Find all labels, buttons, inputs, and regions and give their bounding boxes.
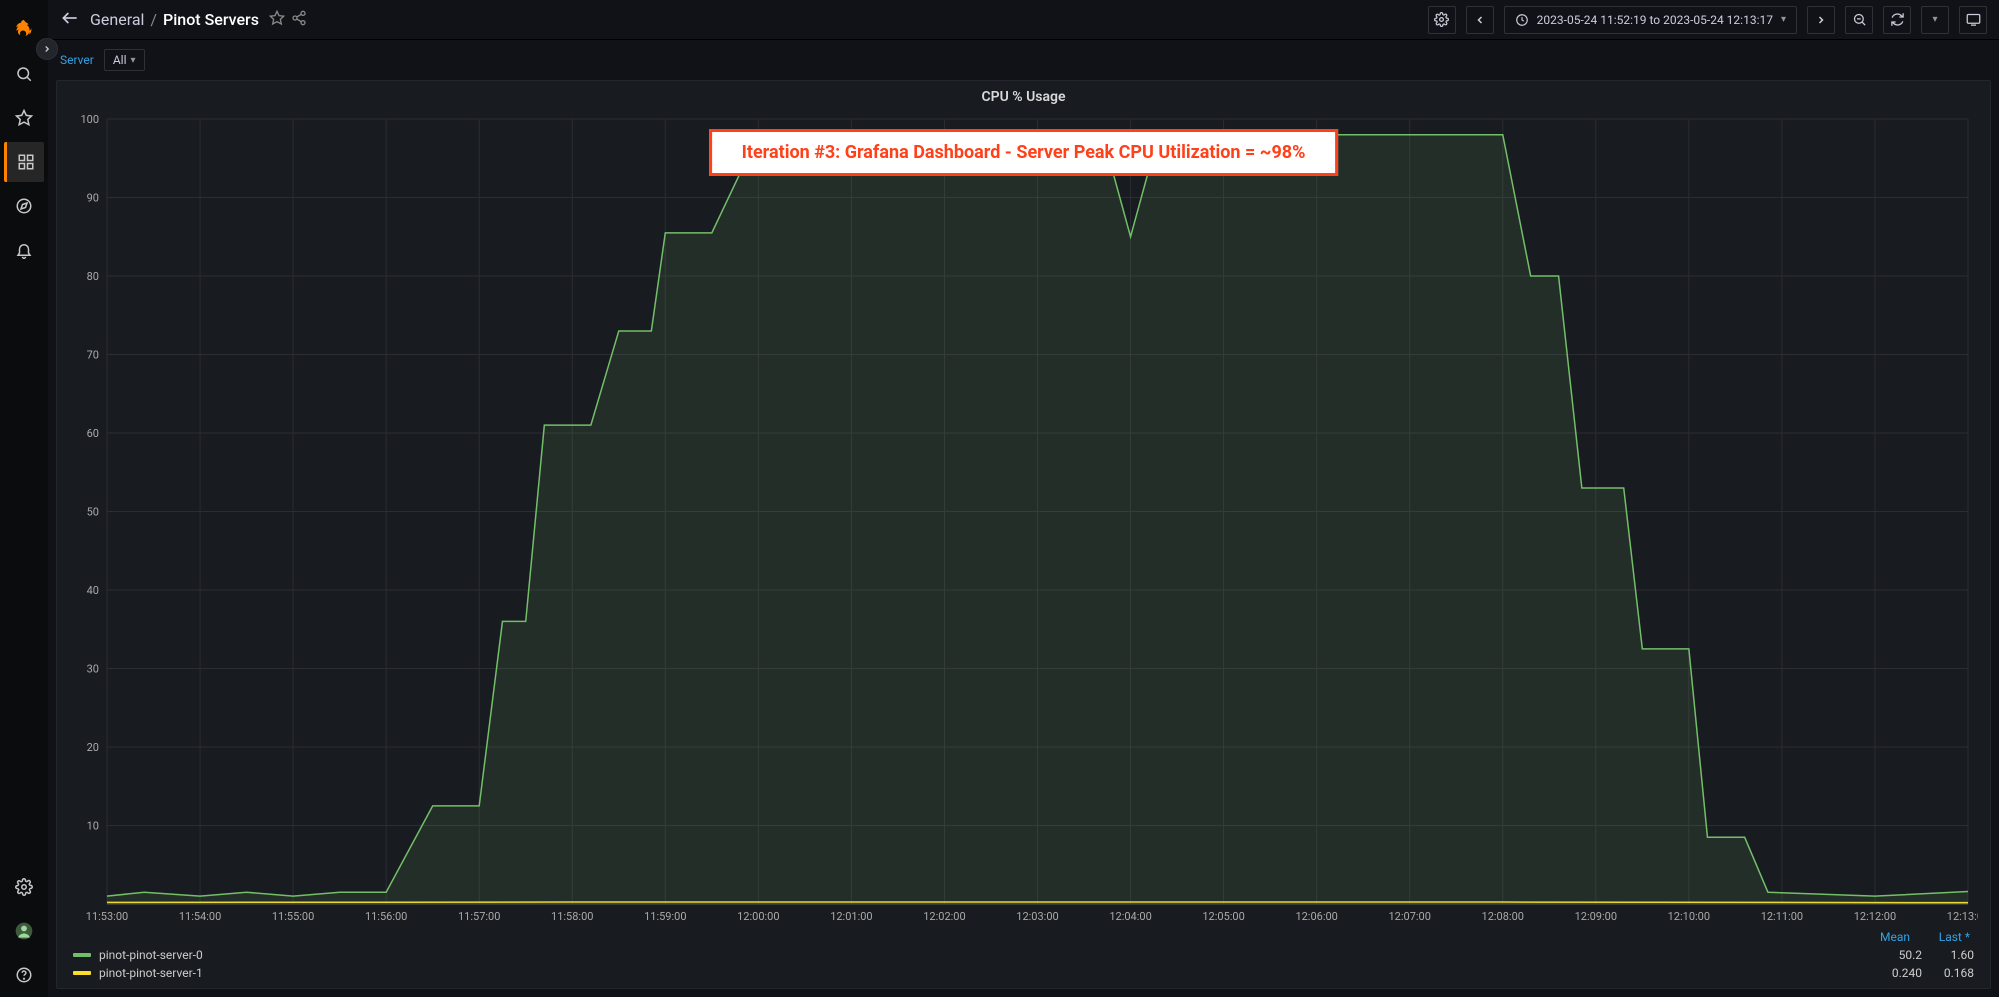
time-range-picker[interactable]: 2023-05-24 11:52:19 to 2023-05-24 12:13:…: [1504, 6, 1797, 34]
svg-text:12:04:00: 12:04:00: [1109, 910, 1151, 923]
legend-row[interactable]: pinot-pinot-server-1 0.240 0.168: [73, 964, 1974, 982]
svg-text:11:54:00: 11:54:00: [179, 910, 221, 923]
variable-bar: Server All ▾: [48, 40, 1999, 80]
svg-text:90: 90: [87, 192, 99, 205]
explore-icon[interactable]: [4, 186, 44, 226]
expand-sidebar-button[interactable]: [36, 38, 58, 60]
svg-text:50: 50: [87, 506, 99, 519]
legend-value-mean: 50.2: [1878, 948, 1922, 962]
svg-text:40: 40: [87, 584, 99, 597]
annotation-overlay: Iteration #3: Grafana Dashboard - Server…: [709, 129, 1339, 176]
svg-text:11:56:00: 11:56:00: [365, 910, 407, 923]
svg-text:100: 100: [80, 113, 99, 126]
svg-text:12:12:00: 12:12:00: [1854, 910, 1896, 923]
breadcrumb-folder[interactable]: General: [90, 10, 144, 29]
topbar: General / Pinot Servers 2023: [48, 0, 1999, 40]
left-sidebar: [0, 0, 48, 997]
svg-text:11:59:00: 11:59:00: [644, 910, 686, 923]
legend-series-name: pinot-pinot-server-0: [99, 948, 203, 962]
legend-swatch: [73, 953, 91, 957]
svg-text:12:03:00: 12:03:00: [1016, 910, 1058, 923]
legend-header-cell[interactable]: Mean: [1866, 930, 1910, 944]
svg-text:12:01:00: 12:01:00: [830, 910, 872, 923]
svg-text:11:55:00: 11:55:00: [272, 910, 314, 923]
configuration-icon[interactable]: [4, 867, 44, 907]
svg-text:12:07:00: 12:07:00: [1388, 910, 1430, 923]
legend-series-name: pinot-pinot-server-1: [99, 966, 203, 980]
refresh-icon[interactable]: [1883, 6, 1911, 34]
time-forward-button[interactable]: [1807, 6, 1835, 34]
tv-mode-icon[interactable]: [1959, 6, 1987, 34]
svg-text:20: 20: [87, 741, 99, 754]
breadcrumb: General / Pinot Servers: [90, 10, 259, 29]
svg-text:12:10:00: 12:10:00: [1668, 910, 1710, 923]
svg-text:11:57:00: 11:57:00: [458, 910, 500, 923]
time-back-button[interactable]: [1466, 6, 1494, 34]
chart-area[interactable]: Iteration #3: Grafana Dashboard - Server…: [57, 113, 1990, 928]
chevron-down-icon: ▾: [131, 55, 136, 66]
share-icon[interactable]: [291, 10, 307, 30]
zoom-out-icon[interactable]: [1845, 6, 1873, 34]
legend-row[interactable]: pinot-pinot-server-0 50.2 1.60: [73, 946, 1974, 964]
svg-text:12:02:00: 12:02:00: [923, 910, 965, 923]
svg-text:12:09:00: 12:09:00: [1575, 910, 1617, 923]
variable-value: All: [113, 53, 127, 67]
svg-text:10: 10: [87, 820, 99, 833]
profile-icon[interactable]: [4, 911, 44, 951]
legend-value-last: 0.168: [1930, 966, 1974, 980]
svg-text:70: 70: [87, 349, 99, 362]
legend-value-last: 1.60: [1930, 948, 1974, 962]
variable-label: Server: [60, 53, 94, 67]
breadcrumb-separator: /: [150, 10, 157, 29]
svg-text:11:53:00: 11:53:00: [86, 910, 128, 923]
svg-text:12:13:00: 12:13:00: [1947, 910, 1978, 923]
legend-value-mean: 0.240: [1878, 966, 1922, 980]
chart-panel: CPU % Usage Iteration #3: Grafana Dashbo…: [56, 80, 1991, 989]
svg-text:12:08:00: 12:08:00: [1482, 910, 1524, 923]
legend-swatch: [73, 971, 91, 975]
alerting-icon[interactable]: [4, 230, 44, 270]
back-button[interactable]: [60, 8, 80, 32]
dashboards-icon[interactable]: [4, 142, 44, 182]
chevron-down-icon: ▾: [1781, 14, 1786, 25]
clock-icon: [1515, 13, 1529, 27]
legend: MeanLast * pinot-pinot-server-050.21.60p…: [57, 928, 1990, 988]
refresh-interval-dropdown[interactable]: ▾: [1921, 6, 1949, 34]
star-icon[interactable]: [4, 98, 44, 138]
favorite-star-icon[interactable]: [269, 10, 285, 30]
svg-text:11:58:00: 11:58:00: [551, 910, 593, 923]
svg-text:12:05:00: 12:05:00: [1202, 910, 1244, 923]
time-range-text: 2023-05-24 11:52:19 to 2023-05-24 12:13:…: [1537, 13, 1773, 27]
svg-text:80: 80: [87, 270, 99, 283]
svg-text:12:00:00: 12:00:00: [737, 910, 779, 923]
svg-text:60: 60: [87, 427, 99, 440]
svg-text:30: 30: [87, 663, 99, 676]
legend-header-cell[interactable]: Last *: [1926, 930, 1970, 944]
panel-title[interactable]: CPU % Usage: [57, 81, 1990, 113]
svg-text:12:06:00: 12:06:00: [1295, 910, 1337, 923]
breadcrumb-dashboard[interactable]: Pinot Servers: [163, 10, 259, 29]
variable-select[interactable]: All ▾: [104, 49, 145, 71]
dashboard-settings-icon[interactable]: [1428, 6, 1456, 34]
help-icon[interactable]: [4, 955, 44, 995]
search-icon[interactable]: [4, 54, 44, 94]
svg-text:12:11:00: 12:11:00: [1761, 910, 1803, 923]
